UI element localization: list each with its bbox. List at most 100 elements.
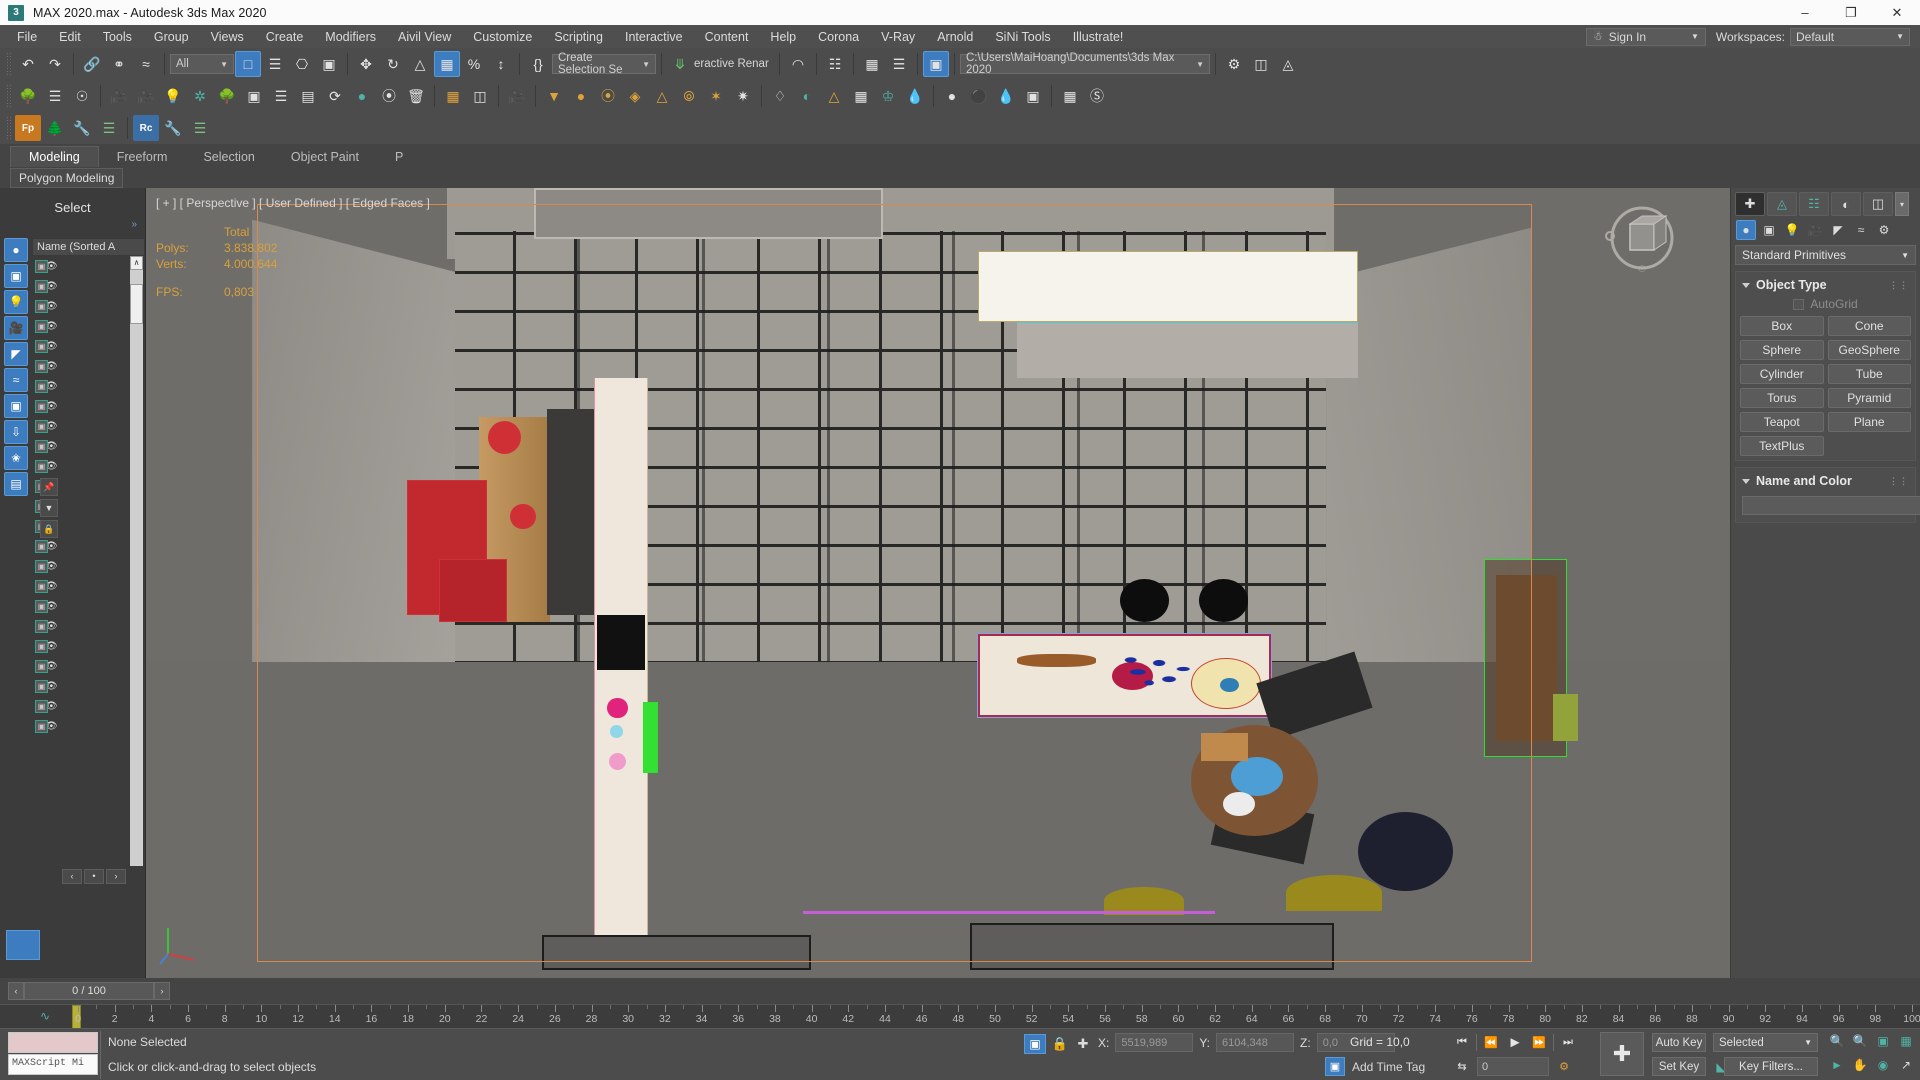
forestpack-orange-icon[interactable]: Fp: [15, 115, 41, 141]
scene-red-round-fixture-2[interactable]: [510, 504, 536, 530]
menu-modifiers[interactable]: Modifiers: [314, 27, 387, 47]
column-icon[interactable]: ▦: [440, 83, 466, 109]
next-frame-icon[interactable]: ⏩: [1529, 1033, 1549, 1052]
plant-icon[interactable]: ♢: [767, 83, 793, 109]
dome-light-icon[interactable]: ●: [568, 83, 594, 109]
menu-content[interactable]: Content: [694, 27, 760, 47]
list-item[interactable]: 👁▣: [32, 556, 145, 576]
go-to-end-icon[interactable]: ⏭: [1558, 1033, 1578, 1052]
maximize-viewport-icon[interactable]: ↗: [1897, 1056, 1915, 1074]
list-item[interactable]: 👁▣: [32, 336, 145, 356]
zoom-all-icon[interactable]: 🔍: [1851, 1032, 1869, 1050]
current-frame-display[interactable]: 0 / 100: [24, 982, 154, 1000]
menu-scripting[interactable]: Scripting: [543, 27, 614, 47]
wrench2-icon[interactable]: 🔧: [160, 115, 186, 141]
drag-handle-icon[interactable]: ⋮⋮: [1889, 476, 1909, 487]
geosphere-button[interactable]: GeoSphere: [1827, 340, 1911, 360]
footer-prev-button[interactable]: ‹: [62, 869, 82, 884]
filter-icon[interactable]: ▼: [40, 499, 58, 517]
percent-snap-icon[interactable]: %: [461, 51, 487, 77]
space-warps-icon[interactable]: ≈: [1851, 220, 1871, 240]
selection-filter-dropdown[interactable]: All ▼: [170, 54, 234, 74]
pan-view-icon[interactable]: ✋: [1851, 1056, 1869, 1074]
toolbar-grip[interactable]: [6, 52, 11, 76]
tube-button[interactable]: Tube: [1827, 364, 1911, 384]
list-item[interactable]: 👁▣: [32, 396, 145, 416]
edit-named-sets-icon[interactable]: {}: [525, 51, 551, 77]
select-scale-icon[interactable]: △: [407, 51, 433, 77]
menu-file[interactable]: File: [6, 27, 48, 47]
display-tab-icon[interactable]: ◫: [1863, 192, 1893, 216]
play-animation-icon[interactable]: ►: [1505, 1033, 1525, 1052]
previous-frame-icon[interactable]: ⏪: [1481, 1033, 1501, 1052]
cone-button[interactable]: Cone: [1827, 316, 1911, 336]
list-green-icon[interactable]: ☰: [96, 115, 122, 141]
sparkle-icon[interactable]: ✷: [730, 83, 756, 109]
helpers-icon[interactable]: ◤: [1828, 220, 1848, 240]
spot-light-icon[interactable]: △: [649, 83, 675, 109]
menu-vray[interactable]: V-Ray: [870, 27, 926, 47]
subtab-polygon-modeling[interactable]: Polygon Modeling: [10, 167, 124, 188]
project-path-dropdown[interactable]: C:\Users\MaiHoang\Documents\3ds Max 2020…: [960, 52, 1210, 76]
list-green2-icon[interactable]: ☰: [187, 115, 213, 141]
spiral-icon[interactable]: ⟳: [322, 83, 348, 109]
list-item[interactable]: 👁▣: [32, 456, 145, 476]
grid-icon[interactable]: ▦: [848, 83, 874, 109]
menu-illustrate[interactable]: Illustrate!: [1062, 27, 1135, 47]
trash-icon[interactable]: 🗑: [403, 83, 429, 109]
x-field[interactable]: 5519,989: [1115, 1033, 1194, 1052]
undo-icon[interactable]: ↶: [15, 51, 41, 77]
key-filters-button[interactable]: Key Filters...: [1724, 1057, 1818, 1076]
menu-corona[interactable]: Corona: [807, 27, 870, 47]
forest-pack-icon[interactable]: 🌳: [15, 83, 41, 109]
list-item[interactable]: 👁▣: [32, 436, 145, 456]
render-setup-icon[interactable]: ⚙: [1221, 51, 1247, 77]
bind-space-warp-icon[interactable]: ≈: [133, 51, 159, 77]
zoom-icon[interactable]: 🔍: [1828, 1032, 1846, 1050]
tab-object-paint[interactable]: Object Paint: [273, 146, 377, 167]
menu-aivil-view[interactable]: Aivil View: [387, 27, 462, 47]
toolbar-grip[interactable]: [6, 84, 11, 108]
view-cube-icon[interactable]: ☉: [1602, 198, 1682, 278]
name-and-color-header[interactable]: Name and Color ⋮⋮: [1740, 472, 1911, 493]
menu-group[interactable]: Group: [143, 27, 200, 47]
pyramid-button[interactable]: Pyramid: [1827, 388, 1911, 408]
scrollbar-thumb[interactable]: [130, 284, 143, 324]
list-item[interactable]: 👁▣: [32, 676, 145, 696]
bone-icon[interactable]: ✬: [4, 446, 28, 470]
wrench-icon[interactable]: 🔧: [69, 115, 95, 141]
geometry-icon[interactable]: ▣: [4, 264, 28, 288]
next-frame-button[interactable]: ›: [154, 982, 170, 1000]
water-icon[interactable]: 💧: [993, 83, 1019, 109]
geometry-icon[interactable]: ●: [1736, 220, 1756, 240]
list-item[interactable]: 👁▣: [32, 596, 145, 616]
drag-handle-icon[interactable]: ⋮⋮: [1889, 280, 1909, 291]
scene-object-rows[interactable]: 👁 ▣ 👁 ▣ 👁 ▣ 👁 ▣ 👁 ▣ 👁 ▣ 👁 ▣ 👁 ▣ 👁 ▣ 👁 ▣ 👁 ▣ 👁 ▣ 👁 ▣ 👁 ▣ 👁 ▣ 👁 ▣ 👁 ▣ 👁 ▣ 👁 ▣ 👁 ▣…: [32, 256, 145, 866]
door-icon[interactable]: ▤: [295, 83, 321, 109]
all-objects-icon[interactable]: ●: [4, 238, 28, 262]
timeline-ruler[interactable]: 0 2 4 6 8 10 12 14 16 18 20 22 24 26 28 30 32 34 36 38 40 42 4…: [75, 1005, 1920, 1029]
box-button[interactable]: Box: [1740, 316, 1824, 336]
align-icon[interactable]: ◠: [785, 51, 811, 77]
zoom-extents-icon[interactable]: ▣: [1874, 1032, 1892, 1050]
autogrid-checkbox[interactable]: [1793, 298, 1805, 310]
track-bar[interactable]: ∿ 0 2 4 6 8 10 12 14 16 18 20 22 24 26 28 30 32 34 36 38 40 4…: [0, 1004, 1920, 1029]
tab-freeform[interactable]: Freeform: [99, 146, 186, 167]
proxy-icon[interactable]: ▣: [241, 83, 267, 109]
viewport-layout-button[interactable]: [6, 930, 40, 960]
maxscript-listener-output[interactable]: [8, 1032, 98, 1053]
mirror-icon[interactable]: ⤋: [667, 51, 693, 77]
link-icon[interactable]: 🔗: [79, 51, 105, 77]
rectangular-region-icon[interactable]: ⎔: [289, 51, 315, 77]
vray-icon[interactable]: Ⓢ: [1084, 83, 1110, 109]
hierarchy-tab-icon[interactable]: ☷: [1799, 192, 1829, 216]
previous-frame-button[interactable]: ‹: [8, 982, 24, 1000]
selection-lock-icon[interactable]: 🔒: [1050, 1034, 1070, 1054]
select-object-icon[interactable]: □: [235, 51, 261, 77]
list-item[interactable]: 👁▣: [32, 376, 145, 396]
tab-modeling[interactable]: Modeling: [10, 146, 99, 167]
set-key-button[interactable]: Set Key: [1652, 1057, 1706, 1076]
list-item[interactable]: 👁▣: [32, 256, 145, 276]
area-light-icon[interactable]: ⦿: [595, 83, 621, 109]
material-editor-icon[interactable]: ▣: [923, 51, 949, 77]
